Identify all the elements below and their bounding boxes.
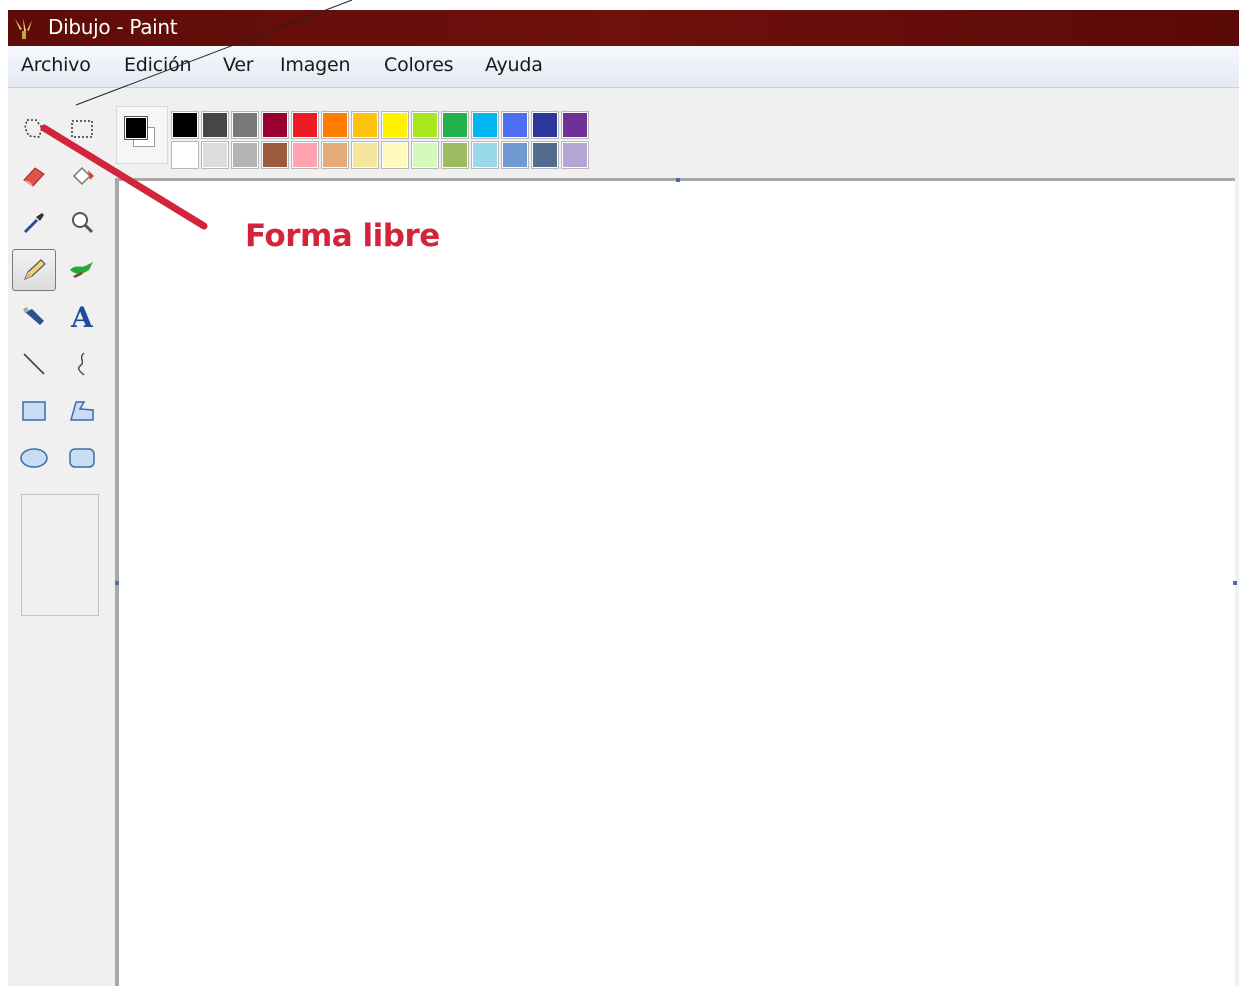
free-form-select-icon [24, 119, 43, 138]
palette-color[interactable] [501, 111, 529, 139]
color-picker-icon [23, 213, 44, 234]
tool-airbrush[interactable] [12, 296, 56, 338]
ellipse-icon [20, 448, 48, 468]
palette-color[interactable] [261, 141, 289, 169]
palette-color[interactable] [231, 111, 259, 139]
color-indicator[interactable] [116, 106, 168, 164]
palette-color[interactable] [201, 141, 229, 169]
palette-color[interactable] [171, 111, 199, 139]
tool-color-picker[interactable] [12, 202, 56, 244]
tool-text[interactable]: A [60, 296, 104, 338]
tool-brush[interactable] [60, 249, 104, 291]
palette-color[interactable] [291, 141, 319, 169]
text-icon: A [71, 300, 93, 334]
palette-color[interactable] [441, 111, 469, 139]
palette-color[interactable] [261, 111, 289, 139]
palette-color[interactable] [201, 111, 229, 139]
menu-ver[interactable]: Ver [223, 54, 254, 76]
palette-color[interactable] [501, 141, 529, 169]
tool-line[interactable] [12, 343, 56, 385]
tool-curve[interactable] [60, 343, 104, 385]
palette-color[interactable] [351, 111, 379, 139]
polygon-icon [70, 401, 94, 421]
palette-color[interactable] [231, 141, 259, 169]
palette-color[interactable] [531, 141, 559, 169]
palette-color[interactable] [321, 141, 349, 169]
drawing-canvas[interactable] [115, 178, 1237, 986]
tool-eraser[interactable] [12, 155, 56, 197]
color-palette [171, 111, 590, 170]
palette-color[interactable] [561, 111, 589, 139]
palette-color[interactable] [411, 141, 439, 169]
annotation-label: Forma libre [245, 218, 440, 254]
title-bar[interactable]: Dibujo - Paint [8, 10, 1239, 46]
menu-imagen[interactable]: Imagen [280, 54, 351, 76]
tool-free-form-select[interactable] [12, 108, 56, 150]
rounded-rectangle-icon [69, 448, 95, 468]
tool-ellipse[interactable] [12, 437, 56, 479]
palette-color[interactable] [471, 141, 499, 169]
window-title: Dibujo - Paint [48, 15, 178, 39]
airbrush-icon [23, 307, 44, 325]
palette-color[interactable] [291, 111, 319, 139]
foreground-color-swatch[interactable] [124, 116, 148, 140]
toolbox: A [12, 102, 108, 972]
palette-color[interactable] [171, 141, 199, 169]
menu-colores[interactable]: Colores [384, 54, 454, 76]
line-icon [23, 353, 45, 375]
tool-pencil[interactable] [12, 249, 56, 291]
tool-rounded-rectangle[interactable] [60, 437, 104, 479]
palette-color[interactable] [351, 141, 379, 169]
tool-options-panel[interactable] [21, 494, 99, 616]
tool-rectangle-select[interactable] [60, 108, 104, 150]
palette-color[interactable] [441, 141, 469, 169]
tool-magnifier[interactable] [60, 202, 104, 244]
tool-polygon[interactable] [60, 390, 104, 432]
work-area: A [8, 88, 1239, 986]
menu-ayuda[interactable]: Ayuda [485, 54, 543, 76]
menu-bar: Archivo Edición Ver Imagen Colores Ayuda [8, 46, 1239, 88]
fill-bucket-icon [72, 166, 94, 186]
resize-handle-left[interactable] [115, 581, 119, 585]
rectangle-select-icon [71, 120, 93, 138]
paint-window: Dibujo - Paint Archivo Edición Ver Image… [8, 10, 1239, 986]
palette-color[interactable] [531, 111, 559, 139]
resize-handle-right[interactable] [1233, 581, 1237, 585]
palette-color[interactable] [321, 111, 349, 139]
brush-icon [70, 262, 93, 278]
tool-rectangle[interactable] [12, 390, 56, 432]
magnifier-icon [72, 212, 94, 234]
resize-handle-top[interactable] [676, 178, 680, 182]
palette-color[interactable] [411, 111, 439, 139]
curve-icon [77, 352, 85, 376]
menu-edicion[interactable]: Edición [124, 54, 192, 76]
palette-color[interactable] [561, 141, 589, 169]
palette-color[interactable] [381, 111, 409, 139]
paint-app-icon[interactable] [12, 16, 36, 40]
pencil-icon [23, 259, 46, 281]
palette-color[interactable] [471, 111, 499, 139]
tool-fill[interactable] [60, 155, 104, 197]
eraser-icon [23, 167, 45, 187]
menu-archivo[interactable]: Archivo [21, 54, 91, 76]
palette-color[interactable] [381, 141, 409, 169]
rectangle-icon [22, 401, 46, 421]
